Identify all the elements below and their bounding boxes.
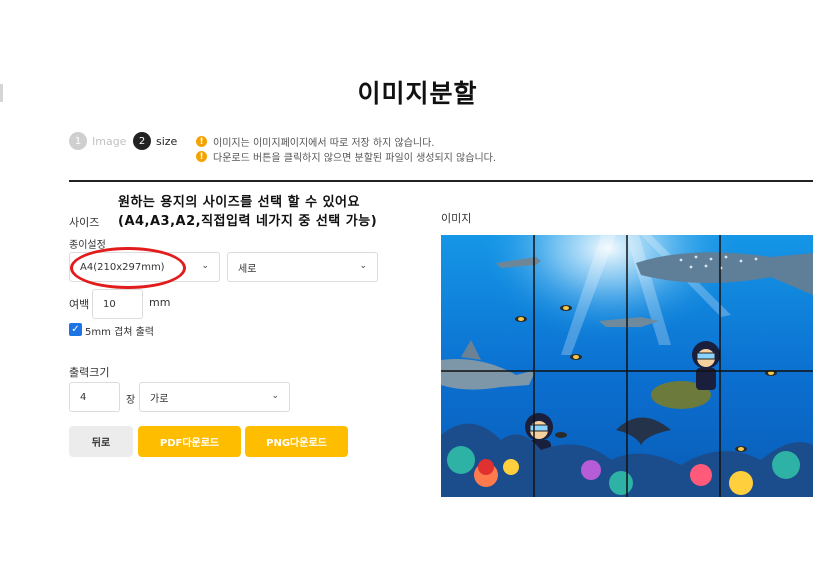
annotation-circle — [70, 247, 186, 289]
orientation-select[interactable]: 세로 ⌄ — [227, 252, 378, 282]
pdf-download-button[interactable]: PDF다운로드 — [138, 426, 241, 457]
page-title: 이미지분할 — [357, 79, 478, 108]
chevron-down-icon: ⌄ — [201, 261, 209, 271]
annotation-line-1: 원하는 용지의 사이즈를 선택 할 수 있어요 — [118, 195, 360, 210]
warning-icon: ! — [196, 136, 207, 147]
output-direction-select[interactable]: 가로 ⌄ — [139, 382, 290, 412]
output-direction-value: 가로 — [150, 393, 169, 405]
step-image[interactable]: 1 Image — [69, 132, 126, 150]
notice-line: ! 이미지는 이미지페이지에서 따로 저장 하지 않습니다. — [196, 134, 434, 149]
output-count-unit: 장 — [126, 395, 136, 406]
step-label: Image — [92, 134, 127, 148]
image-heading: 이미지 — [441, 212, 472, 225]
split-image-preview — [441, 235, 813, 497]
margin-label: 여백 — [69, 298, 90, 311]
notice-text: 이미지는 이미지페이지에서 따로 저장 하지 않습니다. — [213, 138, 435, 149]
back-button[interactable]: 뒤로 — [69, 426, 133, 457]
chevron-down-icon: ⌄ — [359, 261, 367, 271]
chevron-down-icon: ⌄ — [271, 391, 279, 401]
section-divider — [69, 180, 813, 182]
size-heading: 사이즈 — [69, 216, 100, 229]
output-count-value: 4 — [80, 391, 87, 403]
margin-input[interactable]: 10 — [92, 289, 143, 319]
step-number: 2 — [133, 132, 151, 150]
overlap-label: 5mm 겹쳐 출력 — [85, 327, 155, 338]
margin-value: 10 — [103, 298, 116, 310]
margin-unit: mm — [149, 296, 171, 309]
notice-line: ! 다운로드 버튼을 클릭하지 않으면 분할된 파일이 생성되지 않습니다. — [196, 149, 496, 164]
annotation-line-2: (A4,A3,A2,직접입력 네가지 중 선택 가능) — [118, 214, 378, 229]
output-count-input[interactable]: 4 — [69, 382, 120, 412]
warning-icon: ! — [196, 151, 207, 162]
output-size-heading: 출력크기 — [69, 366, 110, 379]
png-download-button[interactable]: PNG다운로드 — [245, 426, 348, 457]
underwater-illustration — [441, 235, 813, 497]
step-number: 1 — [69, 132, 87, 150]
orientation-value: 세로 — [238, 263, 257, 275]
notice-text: 다운로드 버튼을 클릭하지 않으면 분할된 파일이 생성되지 않습니다. — [213, 153, 497, 164]
step-size[interactable]: 2 size — [133, 132, 177, 150]
step-label: size — [156, 134, 178, 148]
overlap-checkbox[interactable]: ✓ — [69, 323, 82, 336]
